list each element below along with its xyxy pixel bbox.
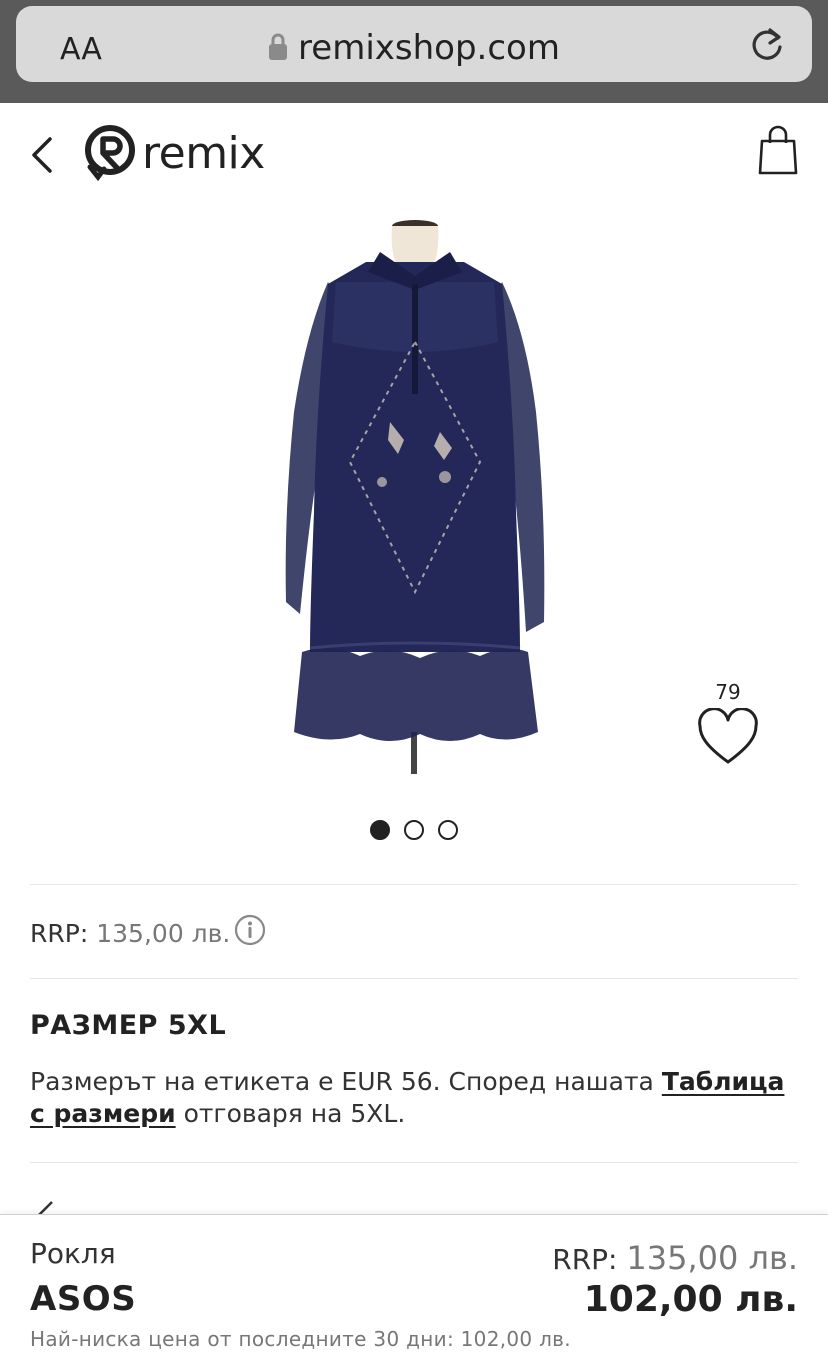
pencil-icon — [36, 1201, 53, 1216]
product-category: Рокля — [30, 1237, 116, 1270]
reload-icon[interactable] — [748, 24, 786, 69]
site-header: remix — [0, 103, 828, 208]
bottom-rrp-value: 135,00 лв. — [626, 1239, 798, 1277]
shopping-bag-icon — [758, 125, 798, 175]
chevron-left-icon — [32, 137, 52, 173]
rrp-row: RRP: 135,00 лв. — [30, 914, 266, 952]
lowest-price-note: Най-ниска цена от последните 30 дни: 102… — [30, 1327, 571, 1351]
product-price: 102,00 лв. — [583, 1279, 798, 1320]
bottom-rrp: RRP: 135,00 лв. — [552, 1239, 798, 1277]
divider — [30, 978, 798, 979]
lock-icon — [268, 30, 288, 70]
product-image[interactable] — [270, 212, 560, 778]
size-description: Размерът на етикета е EUR 56. Според наш… — [30, 1066, 798, 1130]
carousel-dot-3[interactable] — [438, 820, 458, 840]
image-carousel-dots — [0, 820, 828, 840]
bottom-rrp-label: RRP: — [552, 1243, 618, 1276]
url-display[interactable]: remixshop.com — [16, 28, 812, 70]
browser-toolbar: AA remixshop.com — [0, 0, 828, 103]
sticky-price-bar: Рокля ASOS RRP: 135,00 лв. 102,00 лв. На… — [0, 1214, 828, 1368]
like-count: 79 — [715, 680, 741, 704]
product-brand[interactable]: ASOS — [30, 1279, 136, 1319]
rrp-label: RRP: — [30, 918, 89, 948]
info-icon[interactable] — [234, 914, 266, 952]
size-desc-text-end: отговаря на 5XL. — [175, 1099, 406, 1128]
divider — [30, 1162, 798, 1163]
size-desc-text: Размерът на етикета е EUR 56. Според наш… — [30, 1067, 662, 1096]
rrp-value: 135,00 лв. — [96, 918, 231, 948]
shopping-bag-button[interactable] — [758, 123, 798, 182]
partially-visible-row — [30, 1196, 62, 1216]
back-button[interactable] — [26, 135, 60, 175]
divider — [30, 884, 798, 885]
favorite-button[interactable]: 79 — [692, 680, 764, 771]
url-text: remixshop.com — [298, 28, 560, 68]
address-bar[interactable]: AA remixshop.com — [16, 6, 812, 82]
remix-logo-icon — [85, 125, 135, 182]
size-title: РАЗМЕР 5XL — [30, 1010, 227, 1041]
carousel-dot-1[interactable] — [370, 820, 390, 840]
dress-image — [285, 220, 545, 774]
remix-logo[interactable]: remix — [84, 123, 265, 183]
logo-text: remix — [142, 127, 265, 179]
heart-icon — [698, 707, 758, 764]
carousel-dot-2[interactable] — [404, 820, 424, 840]
